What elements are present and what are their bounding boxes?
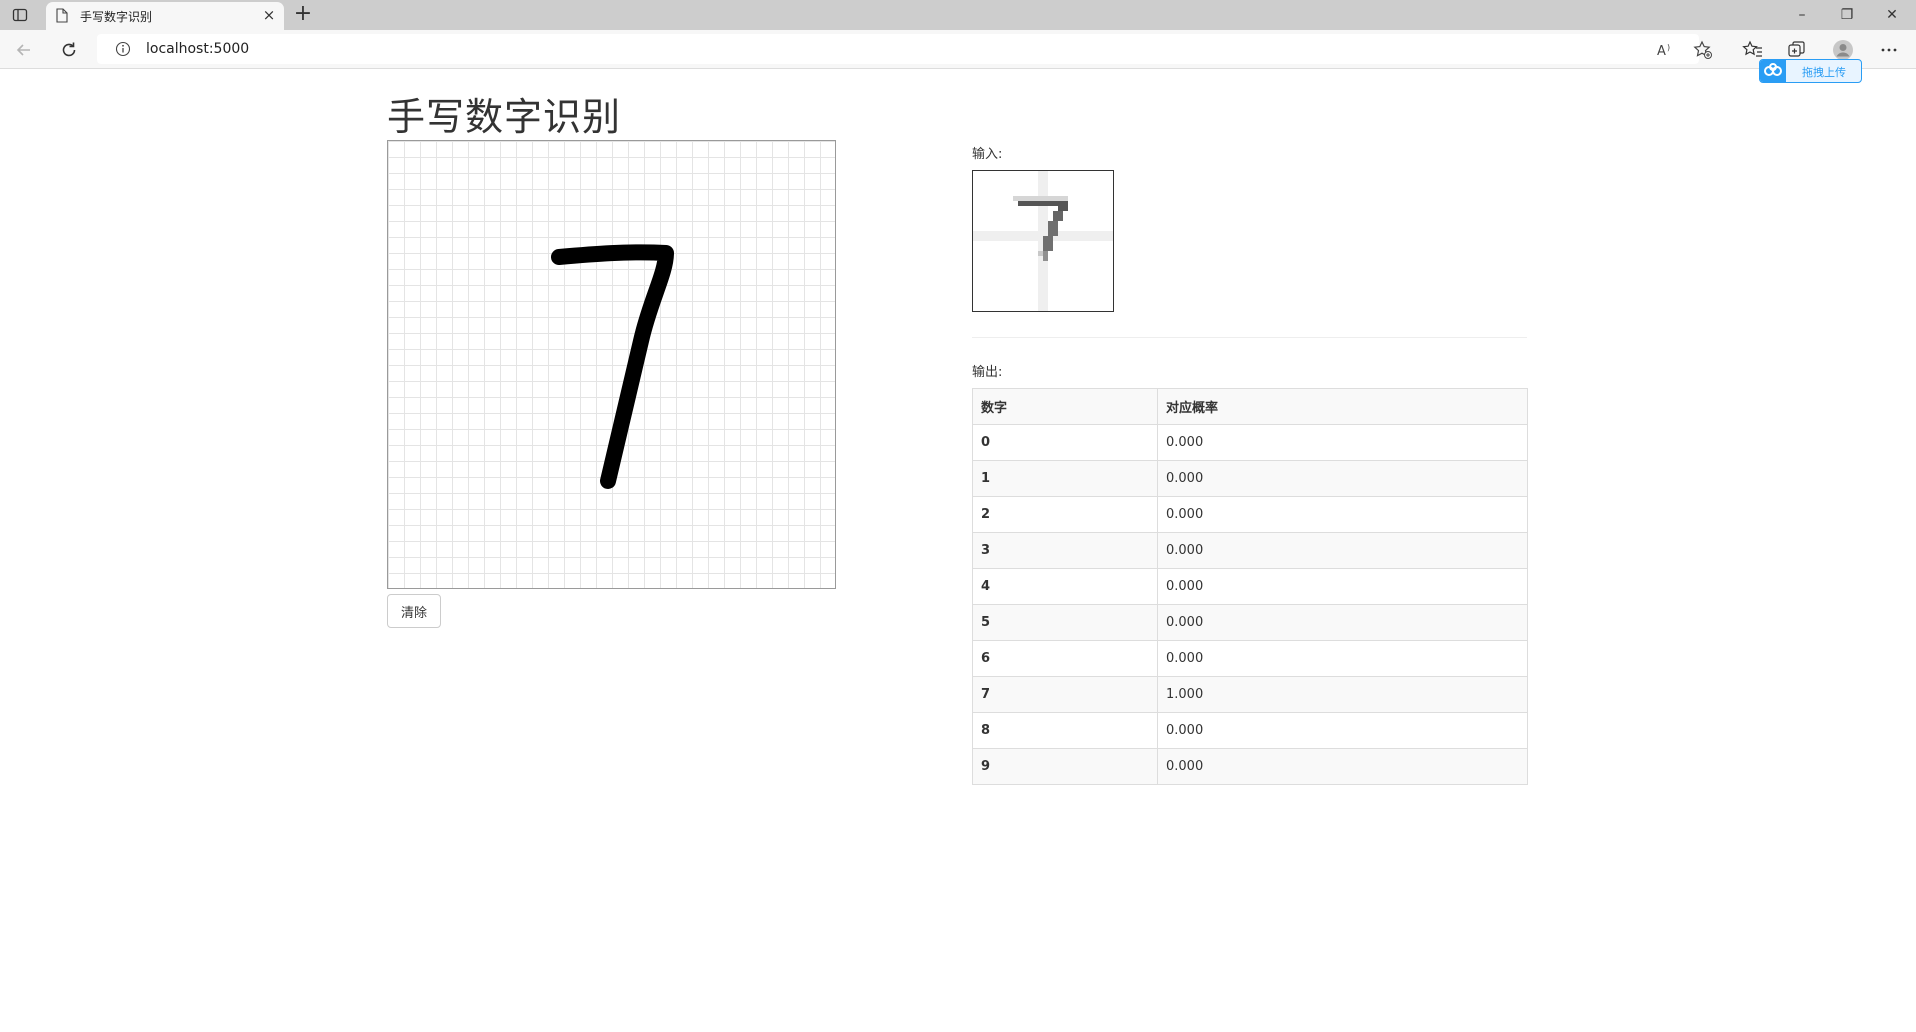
- input-preview-image: [972, 170, 1114, 312]
- probability-cell: 0.000: [1157, 748, 1528, 785]
- restore-button[interactable]: ❐: [1837, 5, 1857, 25]
- page-icon: [56, 8, 68, 23]
- favorites-icon[interactable]: [1742, 39, 1764, 61]
- digit-cell: 8: [972, 712, 1158, 749]
- digit-cell: 4: [972, 568, 1158, 605]
- upload-widget[interactable]: 拖拽上传: [1759, 59, 1862, 83]
- header-digit: 数字: [972, 388, 1158, 425]
- output-label: 输出:: [972, 365, 1003, 380]
- digit-cell: 3: [972, 532, 1158, 569]
- table-row: 5 0.000: [972, 604, 1528, 641]
- refresh-icon[interactable]: [58, 39, 80, 61]
- table-row: 8 0.000: [972, 712, 1528, 749]
- minimize-button[interactable]: –: [1792, 5, 1812, 25]
- table-row: 1 0.000: [972, 460, 1528, 497]
- probability-cell: 0.000: [1157, 460, 1528, 497]
- digit-cell: 6: [972, 640, 1158, 677]
- table-row: 9 0.000: [972, 748, 1528, 785]
- results-table: 数字 对应概率 0 0.000 1 0.000 2 0.000 3 0.000 4 0.0…: [972, 388, 1528, 785]
- tab-close-button[interactable]: ×: [260, 6, 278, 24]
- table-row: 4 0.000: [972, 568, 1528, 605]
- probability-cell: 0.000: [1157, 604, 1528, 641]
- tab-strip: 手写数字识别 × + – ❐ ✕: [0, 0, 1916, 30]
- digit-cell: 5: [972, 604, 1158, 641]
- more-icon[interactable]: [1878, 39, 1900, 61]
- profile-icon[interactable]: [1832, 39, 1854, 61]
- table-row: 0 0.000: [972, 424, 1528, 461]
- tab-actions-icon[interactable]: [12, 7, 28, 23]
- probability-cell: 0.000: [1157, 424, 1528, 461]
- divider: [972, 337, 1527, 338]
- drawn-digit-stroke: [551, 244, 674, 489]
- svg-text:): ): [1667, 43, 1670, 52]
- svg-text:A: A: [1657, 44, 1666, 59]
- probability-cell: 0.000: [1157, 496, 1528, 533]
- url-text[interactable]: localhost:5000: [146, 41, 249, 57]
- page-title: 手写数字识别: [387, 95, 622, 139]
- add-favorite-icon[interactable]: [1692, 39, 1714, 61]
- close-window-button[interactable]: ✕: [1882, 5, 1902, 25]
- probability-cell: 0.000: [1157, 712, 1528, 749]
- info-icon[interactable]: [115, 41, 131, 57]
- digit-cell: 2: [972, 496, 1158, 533]
- back-arrow-icon[interactable]: [13, 39, 35, 61]
- clear-button[interactable]: 清除: [387, 594, 441, 628]
- table-row: 7 1.000: [972, 676, 1528, 713]
- table-row: 3 0.000: [972, 532, 1528, 569]
- probability-cell: 0.000: [1157, 568, 1528, 605]
- drawing-canvas[interactable]: [387, 140, 836, 589]
- table-row: 6 0.000: [972, 640, 1528, 677]
- probability-cell: 0.000: [1157, 640, 1528, 677]
- probability-cell: 1.000: [1157, 676, 1528, 713]
- table-header-row: 数字 对应概率: [972, 388, 1528, 425]
- tab-title: 手写数字识别: [80, 10, 153, 24]
- upload-widget-label: 拖拽上传: [1802, 66, 1846, 79]
- collections-icon[interactable]: [1786, 39, 1808, 61]
- digit-cell: 9: [972, 748, 1158, 785]
- header-probability: 对应概率: [1157, 388, 1528, 425]
- read-aloud-icon[interactable]: A): [1655, 39, 1677, 61]
- digit-cell: 7: [972, 676, 1158, 713]
- table-row: 2 0.000: [972, 496, 1528, 533]
- digit-cell: 1: [972, 460, 1158, 497]
- digit-cell: 0: [972, 424, 1158, 461]
- address-bar[interactable]: localhost:5000: [97, 34, 1699, 64]
- input-label: 输入:: [972, 147, 1003, 162]
- new-tab-button[interactable]: +: [292, 3, 314, 25]
- cloud-logo-icon: [1760, 60, 1786, 82]
- browser-tab[interactable]: 手写数字识别 ×: [46, 2, 284, 30]
- probability-cell: 0.000: [1157, 532, 1528, 569]
- address-bar-row: localhost:5000 A): [0, 30, 1916, 69]
